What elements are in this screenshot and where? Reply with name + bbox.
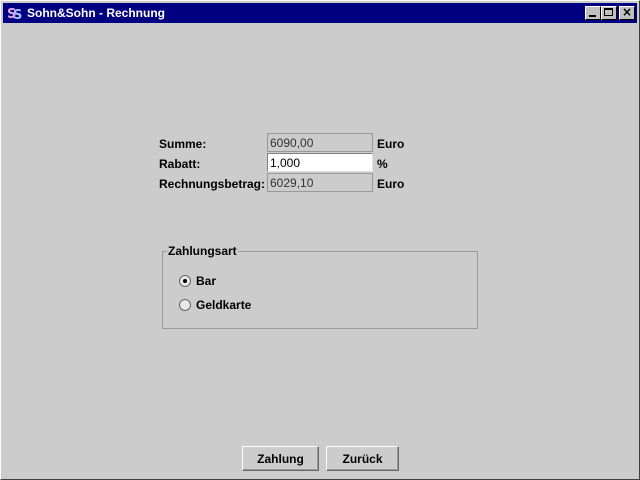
zahlungsart-group: Zahlungsart Bar Geldkarte (162, 244, 478, 329)
rechnungsbetrag-unit: Euro (377, 177, 405, 191)
close-icon: × (621, 5, 633, 19)
radio-bar-label[interactable]: Bar (196, 274, 216, 288)
radio-geldkarte-label[interactable]: Geldkarte (196, 298, 251, 312)
rechnungsbetrag-label: Rechnungsbetrag: (159, 177, 266, 191)
title-bar[interactable]: S S Sohn&Sohn - Rechnung × (3, 3, 637, 23)
summe-label: Summe: (159, 137, 207, 151)
rabatt-unit: % (377, 157, 388, 171)
zahlung-button[interactable]: Zahlung (242, 446, 319, 471)
close-button[interactable]: × (619, 5, 635, 20)
radio-bar-circle[interactable] (179, 275, 191, 287)
zahlungsart-title: Zahlungsart (167, 244, 238, 258)
minimize-button[interactable] (585, 6, 601, 20)
maximize-button[interactable] (601, 6, 617, 20)
summe-unit: Euro (377, 137, 405, 151)
svg-text:S: S (13, 8, 22, 21)
summe-field (267, 133, 373, 152)
maximize-icon (604, 8, 613, 16)
rabatt-input[interactable] (267, 153, 373, 172)
window-title: Sohn&Sohn - Rechnung (27, 6, 165, 20)
sohn-logo-icon: S S (6, 5, 24, 21)
application-window: S S Sohn&Sohn - Rechnung × Summe: Euro R… (0, 0, 640, 480)
radio-selected-dot (183, 279, 187, 283)
radio-geldkarte-circle[interactable] (179, 299, 191, 311)
rabatt-label: Rabatt: (159, 157, 201, 171)
zurueck-button[interactable]: Zurück (326, 446, 399, 471)
minimize-icon (589, 15, 596, 17)
rechnungsbetrag-field (267, 173, 373, 192)
